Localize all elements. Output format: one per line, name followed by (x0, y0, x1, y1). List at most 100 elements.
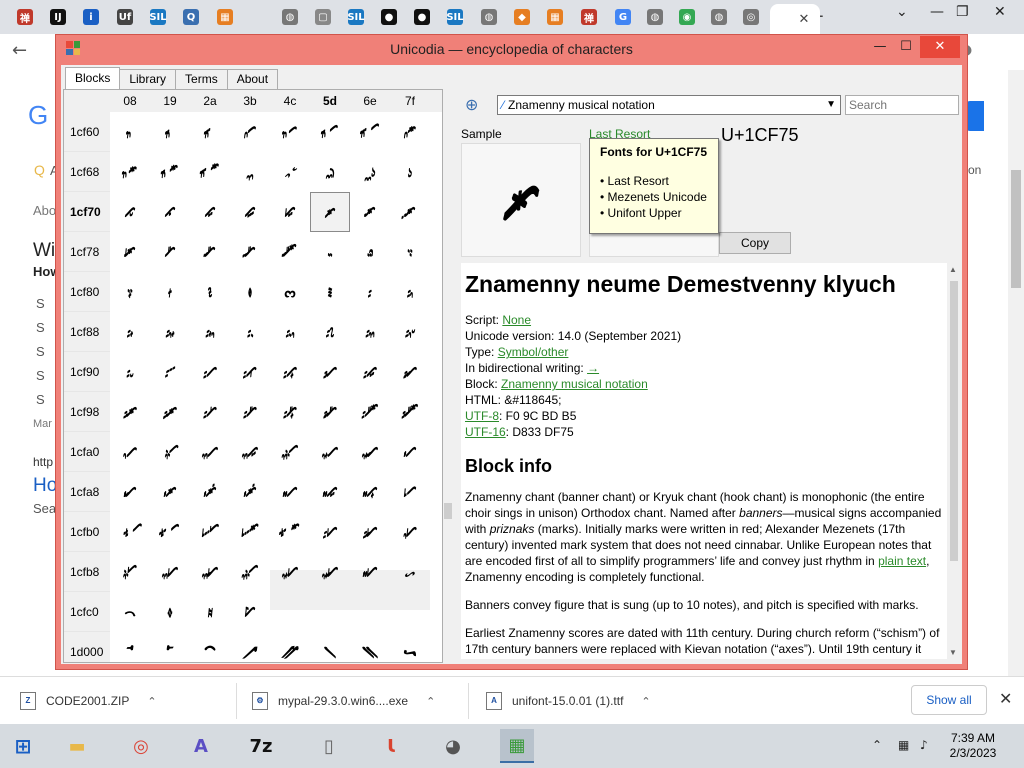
grid-cell[interactable]: 𜾛 (230, 392, 270, 432)
grid-cell[interactable]: 𜾨 (110, 472, 150, 512)
grid-cell[interactable]: 𜾿 (390, 552, 430, 592)
browser-tab[interactable]: ◍ (277, 5, 303, 29)
grid-cell[interactable]: 𜽸 (110, 232, 150, 272)
taskbar-raccoon[interactable]: ◕ (436, 729, 470, 763)
browser-tab[interactable]: 禅 (576, 5, 602, 29)
grid-cell[interactable]: 𜾦 (350, 432, 390, 472)
chevron-up-icon[interactable]: ⌃ (147, 695, 156, 708)
grid-cell[interactable]: 𜾯 (390, 472, 430, 512)
grid-cell[interactable]: 𜽻 (230, 232, 270, 272)
grid-cell[interactable]: 𜾾 (350, 552, 390, 592)
grid-cell[interactable]: 𜾶 (350, 512, 390, 552)
browser-tab[interactable]: ◍ (642, 5, 668, 29)
grid-cell[interactable]: 𜽬 (270, 152, 310, 192)
grid-cell[interactable]: 𝀁 (150, 632, 190, 662)
plain-text-link[interactable]: plain text (878, 554, 926, 568)
grid-cell[interactable]: 𜽰 (110, 192, 150, 232)
grid-cell[interactable]: 𜾳 (230, 512, 270, 552)
grid-cell[interactable]: 𝀆 (350, 632, 390, 662)
taskbar-7zip[interactable]: 7z (244, 729, 278, 763)
grid-cell-selected[interactable]: 𜽵 (310, 192, 350, 232)
grid-cell[interactable]: 𝀅 (310, 632, 350, 662)
browser-tab[interactable]: Uf (112, 5, 138, 29)
grid-cell[interactable]: 𜾂 (190, 272, 230, 312)
grid-cell[interactable]: 𜾟 (390, 392, 430, 432)
grid-cell[interactable]: 𜾢 (190, 432, 230, 472)
browser-tab[interactable]: ◉ (674, 5, 700, 29)
grid-cell[interactable]: 𜾈 (110, 312, 150, 352)
browser-tab[interactable]: 禅 (12, 5, 38, 29)
close-downloads-icon[interactable]: ✕ (999, 689, 1012, 708)
grid-cell[interactable]: 𜾽 (310, 552, 350, 592)
download-item[interactable]: Aunifont-15.0.01 (1).ttf ⌃ (486, 689, 651, 713)
back-arrow-icon[interactable]: ← (12, 40, 27, 61)
grid-cell[interactable]: 𜾮 (350, 472, 390, 512)
grid-cell[interactable]: 𜾏 (390, 312, 430, 352)
grid-cell[interactable]: 𜽦 (350, 112, 390, 152)
taskbar-clock[interactable]: 7:39 AM 2/3/2023 (925, 731, 1021, 761)
grid-cell[interactable]: 𜽹 (150, 232, 190, 272)
grid-cell[interactable]: 𜾕 (310, 352, 350, 392)
browser-tab[interactable]: ◆ (509, 5, 535, 29)
grid-cell[interactable]: 𜽴 (270, 192, 310, 232)
grid-cell[interactable]: 𜽺 (190, 232, 230, 272)
grid-cell[interactable]: 𜾩 (150, 472, 190, 512)
scroll-down-icon[interactable]: ▼ (949, 648, 957, 657)
grid-cell[interactable]: 𜽭 (310, 152, 350, 192)
grid-cell[interactable]: 𜾣 (230, 432, 270, 472)
grid-cell[interactable]: 𜽼 (270, 232, 310, 272)
browser-tab[interactable]: Q (178, 5, 204, 29)
tab-library[interactable]: Library (119, 69, 177, 89)
grid-cell[interactable]: 𜾬 (270, 472, 310, 512)
close-button[interactable]: ✕ (920, 36, 960, 58)
taskbar-unicodia[interactable]: ▦ (500, 729, 534, 763)
grid-cell[interactable]: 𜾪 (190, 472, 230, 512)
browser-tab[interactable]: ▦ (542, 5, 568, 29)
download-item[interactable]: ⚙ mypal-29.3.0.win6....exe ⌃ (252, 689, 435, 713)
type-link[interactable]: Symbol/other (498, 345, 569, 359)
grid-cell[interactable]: 𝀇 (390, 632, 430, 662)
browser-tab[interactable]: G (610, 5, 636, 29)
windows-start-icon[interactable]: ⊞ (6, 729, 40, 763)
grid-cell[interactable]: 𜾤 (270, 432, 310, 472)
grid-cell[interactable]: 𜾁 (150, 272, 190, 312)
grid-cell[interactable]: 𜾫 (230, 472, 270, 512)
browser-tab-active[interactable]: ✕ (770, 4, 820, 34)
page-scrollbar[interactable] (1008, 70, 1024, 676)
grid-cell[interactable]: 𜾥 (310, 432, 350, 472)
browser-tab[interactable]: SIL (442, 5, 468, 29)
browser-tab[interactable]: SIL (343, 5, 369, 29)
grid-cell[interactable]: 𜾆 (350, 272, 390, 312)
grid-scrollbar[interactable] (443, 89, 453, 663)
scroll-up-icon[interactable]: ▲ (949, 265, 957, 274)
grid-cell[interactable]: 𜾄 (270, 272, 310, 312)
grid-cell[interactable]: 𜽨 (110, 152, 150, 192)
grid-cell[interactable]: 𜾲 (190, 512, 230, 552)
grid-cell[interactable]: 𜽿 (390, 232, 430, 272)
grid-cell[interactable]: 𜾞 (350, 392, 390, 432)
grid-cell[interactable]: 𜾷 (390, 512, 430, 552)
grid-cell[interactable]: 𜾡 (150, 432, 190, 472)
grid-cell[interactable]: 𜽡 (150, 112, 190, 152)
grid-cell[interactable]: 𜾀 (110, 272, 150, 312)
taskbar-file-explorer[interactable]: ▬ (60, 729, 94, 763)
info-scrollbar[interactable]: ▲ ▼ (947, 263, 961, 659)
grid-cell[interactable]: 𜾉 (150, 312, 190, 352)
grid-cell[interactable]: 𜽳 (230, 192, 270, 232)
grid-cell[interactable]: 𝀃 (230, 632, 270, 662)
grid-cell[interactable]: 𜽶 (350, 192, 390, 232)
grid-cell[interactable]: 𜾙 (150, 392, 190, 432)
chevron-up-icon[interactable]: ⌃ (426, 695, 435, 708)
grid-cell[interactable]: 𜾼 (270, 552, 310, 592)
grid-cell[interactable]: 𜽱 (150, 192, 190, 232)
tab-terms[interactable]: Terms (175, 69, 228, 89)
grid-cell[interactable]: 𜾧 (390, 432, 430, 472)
grid-cell[interactable]: 𜾒 (190, 352, 230, 392)
grid-cell[interactable]: 𝀄 (270, 632, 310, 662)
grid-cell[interactable]: 𜽪 (190, 152, 230, 192)
browser-tab[interactable]: SIL (145, 5, 171, 29)
grid-cell[interactable]: 𜾌 (270, 312, 310, 352)
grid-cell[interactable]: 𜾭 (310, 472, 350, 512)
chevron-down-icon[interactable]: ⌄ (896, 4, 908, 20)
tab-about[interactable]: About (226, 69, 279, 89)
